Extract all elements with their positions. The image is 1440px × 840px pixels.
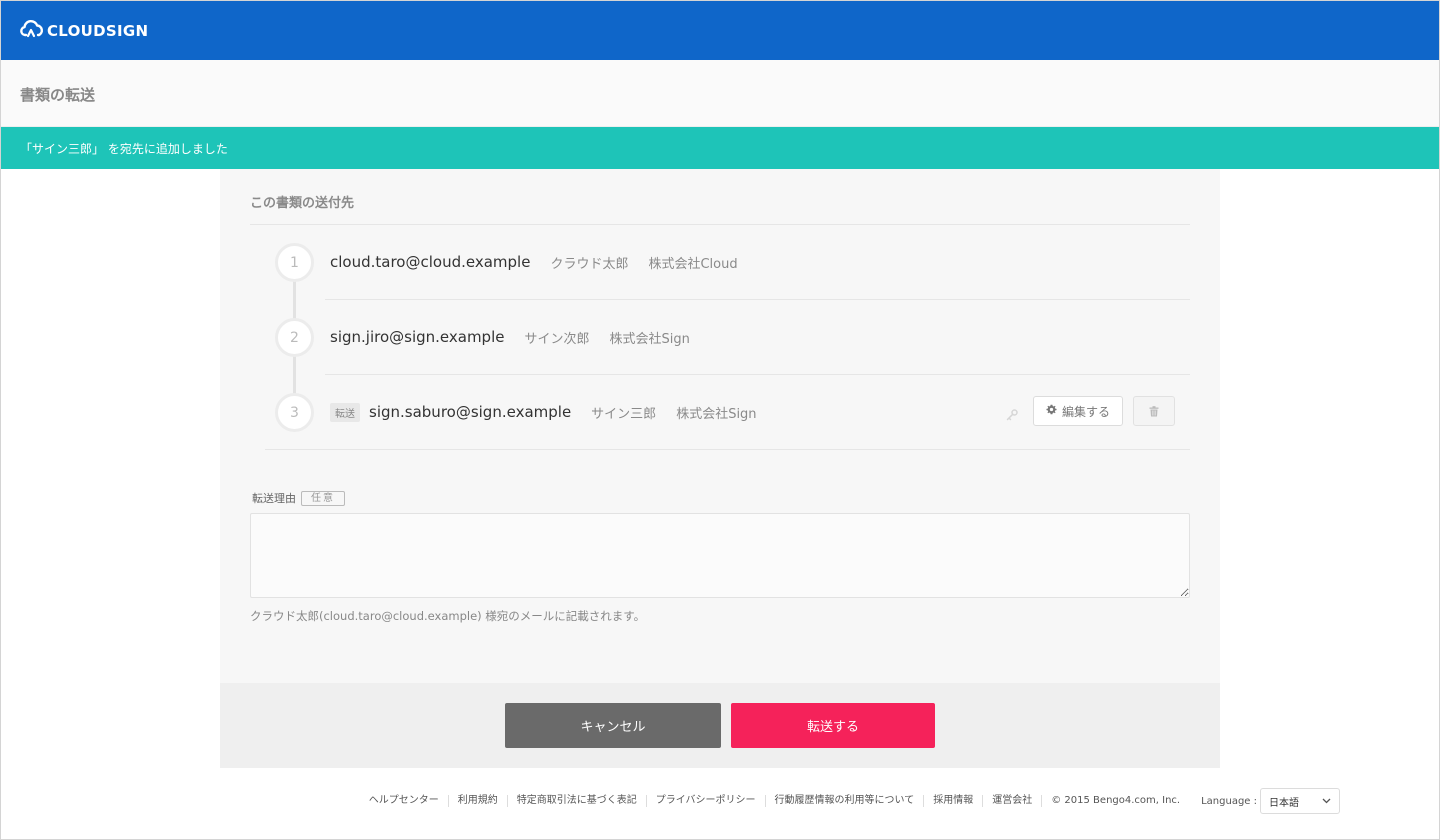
- footer-link-commerce[interactable]: 特定商取引法に基づく表記: [506, 795, 646, 807]
- edit-recipient-button[interactable]: 編集する: [1033, 396, 1123, 426]
- copyright: © 2015 Bengo4.com, Inc.: [1041, 795, 1189, 807]
- footer-link-privacy[interactable]: プライバシーポリシー: [645, 795, 765, 807]
- reason-textarea[interactable]: [250, 513, 1190, 598]
- reason-label-text: 転送理由: [252, 492, 296, 505]
- recipient-name: サイン三郎: [591, 406, 657, 422]
- cancel-button[interactable]: キャンセル: [505, 703, 721, 748]
- step-number: 2: [275, 318, 314, 357]
- footer-link-company[interactable]: 運営会社: [982, 795, 1041, 807]
- notice-text: 「サイン三郎」 を宛先に追加しました: [20, 142, 228, 156]
- footer-link-help[interactable]: ヘルプセンター: [360, 795, 448, 807]
- action-bar: キャンセル 転送する: [220, 683, 1220, 768]
- delete-recipient-button[interactable]: [1133, 396, 1175, 426]
- recipient-company: 株式会社Sign: [676, 406, 757, 422]
- recipient-name: クラウド太郎: [550, 256, 629, 272]
- cloud-sign-icon: [20, 18, 44, 44]
- recipient-company: 株式会社Sign: [609, 331, 690, 347]
- recipient-row: 1 cloud.taro@cloud.example クラウド太郎 株式会社Cl…: [220, 225, 1220, 300]
- footer-link-terms[interactable]: 利用規約: [447, 795, 507, 807]
- recipient-email: sign.saburo@sign.example: [369, 403, 572, 421]
- footer-link-activity[interactable]: 行動履歴情報の利用等について: [764, 795, 924, 807]
- forward-tag: 転送: [330, 402, 360, 422]
- key-icon: [1006, 409, 1020, 423]
- forward-submit-button[interactable]: 転送する: [731, 703, 935, 748]
- language-value: 日本語: [1269, 797, 1299, 809]
- language-select[interactable]: 日本語: [1260, 788, 1340, 814]
- page-header: 書類の転送: [0, 60, 1440, 127]
- gear-icon: [1046, 404, 1057, 418]
- reason-label: 転送理由 任意: [252, 490, 345, 506]
- top-nav-bar: CLOUDSIGN: [0, 0, 1440, 60]
- page-title: 書類の転送: [20, 86, 96, 104]
- recipient-company: 株式会社Cloud: [648, 256, 738, 272]
- chevron-down-icon: [1322, 796, 1331, 807]
- section-title: この書類の送付先: [250, 196, 355, 211]
- recipient-name: サイン次郎: [524, 331, 590, 347]
- footer-link-careers[interactable]: 採用情報: [923, 795, 982, 807]
- step-number: 3: [275, 393, 314, 432]
- edit-button-label: 編集する: [1061, 404, 1110, 419]
- language-label: Language :: [1201, 795, 1257, 807]
- success-notice: 「サイン三郎」 を宛先に追加しました: [0, 127, 1440, 169]
- divider: [265, 449, 1190, 450]
- reason-note: クラウド太郎(cloud.taro@cloud.example) 様宛のメールに…: [250, 609, 646, 623]
- trash-icon: [1149, 402, 1159, 421]
- forward-panel: この書類の送付先 1 cloud.taro@cloud.example クラウド…: [220, 169, 1220, 683]
- logo-text: CLOUDSIGN: [47, 22, 149, 40]
- recipient-email: cloud.taro@cloud.example: [330, 253, 531, 271]
- cloudsign-logo[interactable]: CLOUDSIGN: [20, 18, 148, 44]
- recipient-email: sign.jiro@sign.example: [330, 328, 505, 346]
- recipient-row: 2 sign.jiro@sign.example サイン次郎 株式会社Sign: [220, 300, 1220, 375]
- footer: ヘルプセンター 利用規約 特定商取引法に基づく表記 プライバシーポリシー 行動履…: [360, 788, 1340, 814]
- optional-badge: 任意: [301, 490, 345, 506]
- step-number: 1: [275, 243, 314, 282]
